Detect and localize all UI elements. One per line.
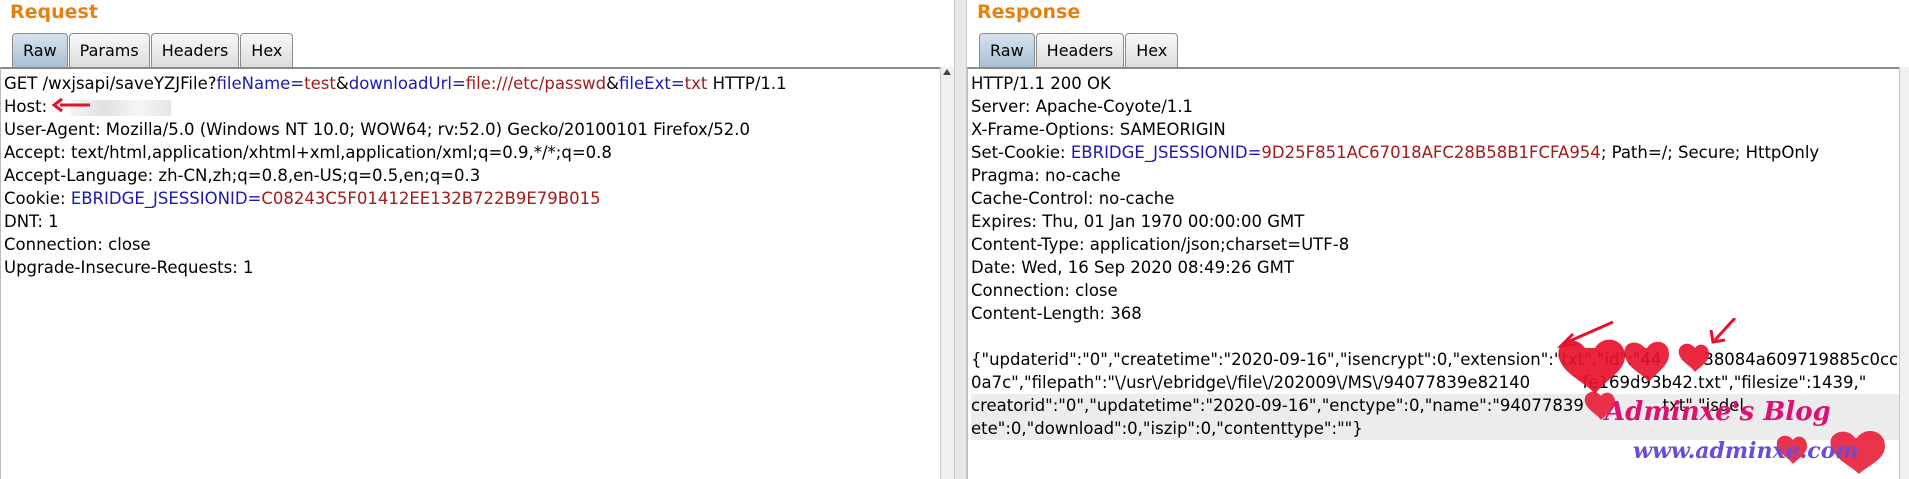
header-line: Date: Wed, 16 Sep 2020 08:49:26 GMT: [971, 258, 1294, 277]
request-scrollbar[interactable]: [940, 67, 954, 479]
host-redacted: [71, 99, 172, 116]
header-line: Server: Apache-Coyote/1.1: [971, 97, 1194, 116]
status-line: HTTP/1.1 200 OK: [971, 74, 1111, 93]
tab-hex[interactable]: Hex: [1125, 33, 1179, 67]
tab-headers[interactable]: Headers: [1035, 33, 1125, 67]
request-line: GET /wxjsapi/saveYZJFile?fileName=test&d…: [4, 74, 787, 93]
response-editor[interactable]: HTTP/1.1 200 OK Server: Apache-Coyote/1.…: [967, 67, 1909, 479]
header-line: Content-Length: 368: [971, 304, 1142, 323]
request-title: Request: [10, 1, 98, 23]
tab-raw[interactable]: Raw: [12, 33, 68, 67]
body-line: 0a7c","filepath":"\/usr\/ebridge\/file\/…: [971, 373, 1867, 392]
response-pane: Response Raw Headers Hex HTTP/1.1 200 OK…: [967, 0, 1909, 479]
header-line: Accept-Language: zh-CN,zh;q=0.8,en-US;q=…: [4, 166, 481, 185]
header-line: Content-Type: application/json;charset=U…: [971, 235, 1350, 254]
request-tabs: Raw Params Headers Hex: [12, 33, 294, 67]
response-title: Response: [977, 1, 1081, 23]
response-body: {"updaterid":"0","createtime":"2020-09-1…: [971, 348, 1909, 440]
header-line: DNT: 1: [4, 212, 59, 231]
header-line: Accept: text/html,application/xhtml+xml,…: [4, 143, 612, 162]
header-line: Upgrade-Insecure-Requests: 1: [4, 258, 254, 277]
body-line: ete":0,"download":0,"iszip":0,"contentty…: [971, 417, 1899, 440]
request-pane: Request Raw Params Headers Hex GET /wxjs…: [0, 0, 954, 479]
header-line: Connection: close: [971, 281, 1118, 300]
header-line: Pragma: no-cache: [971, 166, 1121, 185]
header-line: X-Frame-Options: SAMEORIGIN: [971, 120, 1226, 139]
tab-hex[interactable]: Hex: [240, 33, 294, 67]
host-header: Host:: [4, 95, 940, 118]
response-tabs: Raw Headers Hex: [979, 33, 1179, 67]
set-cookie-header: Set-Cookie: EBRIDGE_JSESSIONID=9D25F851A…: [971, 143, 1820, 162]
header-line: Cache-Control: no-cache: [971, 189, 1175, 208]
tab-headers[interactable]: Headers: [150, 33, 240, 67]
header-line: Expires: Thu, 01 Jan 1970 00:00:00 GMT: [971, 212, 1305, 231]
header-line: Connection: close: [4, 235, 151, 254]
body-line: creatorid":"0","updatetime":"2020-09-16"…: [971, 394, 1899, 417]
body-line: {"updaterid":"0","createtime":"2020-09-1…: [971, 350, 1909, 369]
tab-params[interactable]: Params: [68, 33, 150, 67]
cookie-header: Cookie: EBRIDGE_JSESSIONID=C08243C5F0141…: [4, 189, 601, 208]
scroll-up-arrow-icon[interactable]: [943, 69, 951, 75]
request-editor[interactable]: GET /wxjsapi/saveYZJFile?fileName=test&d…: [0, 67, 940, 479]
tab-raw[interactable]: Raw: [979, 33, 1035, 67]
pane-divider[interactable]: [954, 0, 967, 479]
response-scrollbar[interactable]: [1899, 67, 1909, 479]
header-line: User-Agent: Mozilla/5.0 (Windows NT 10.0…: [4, 120, 751, 139]
